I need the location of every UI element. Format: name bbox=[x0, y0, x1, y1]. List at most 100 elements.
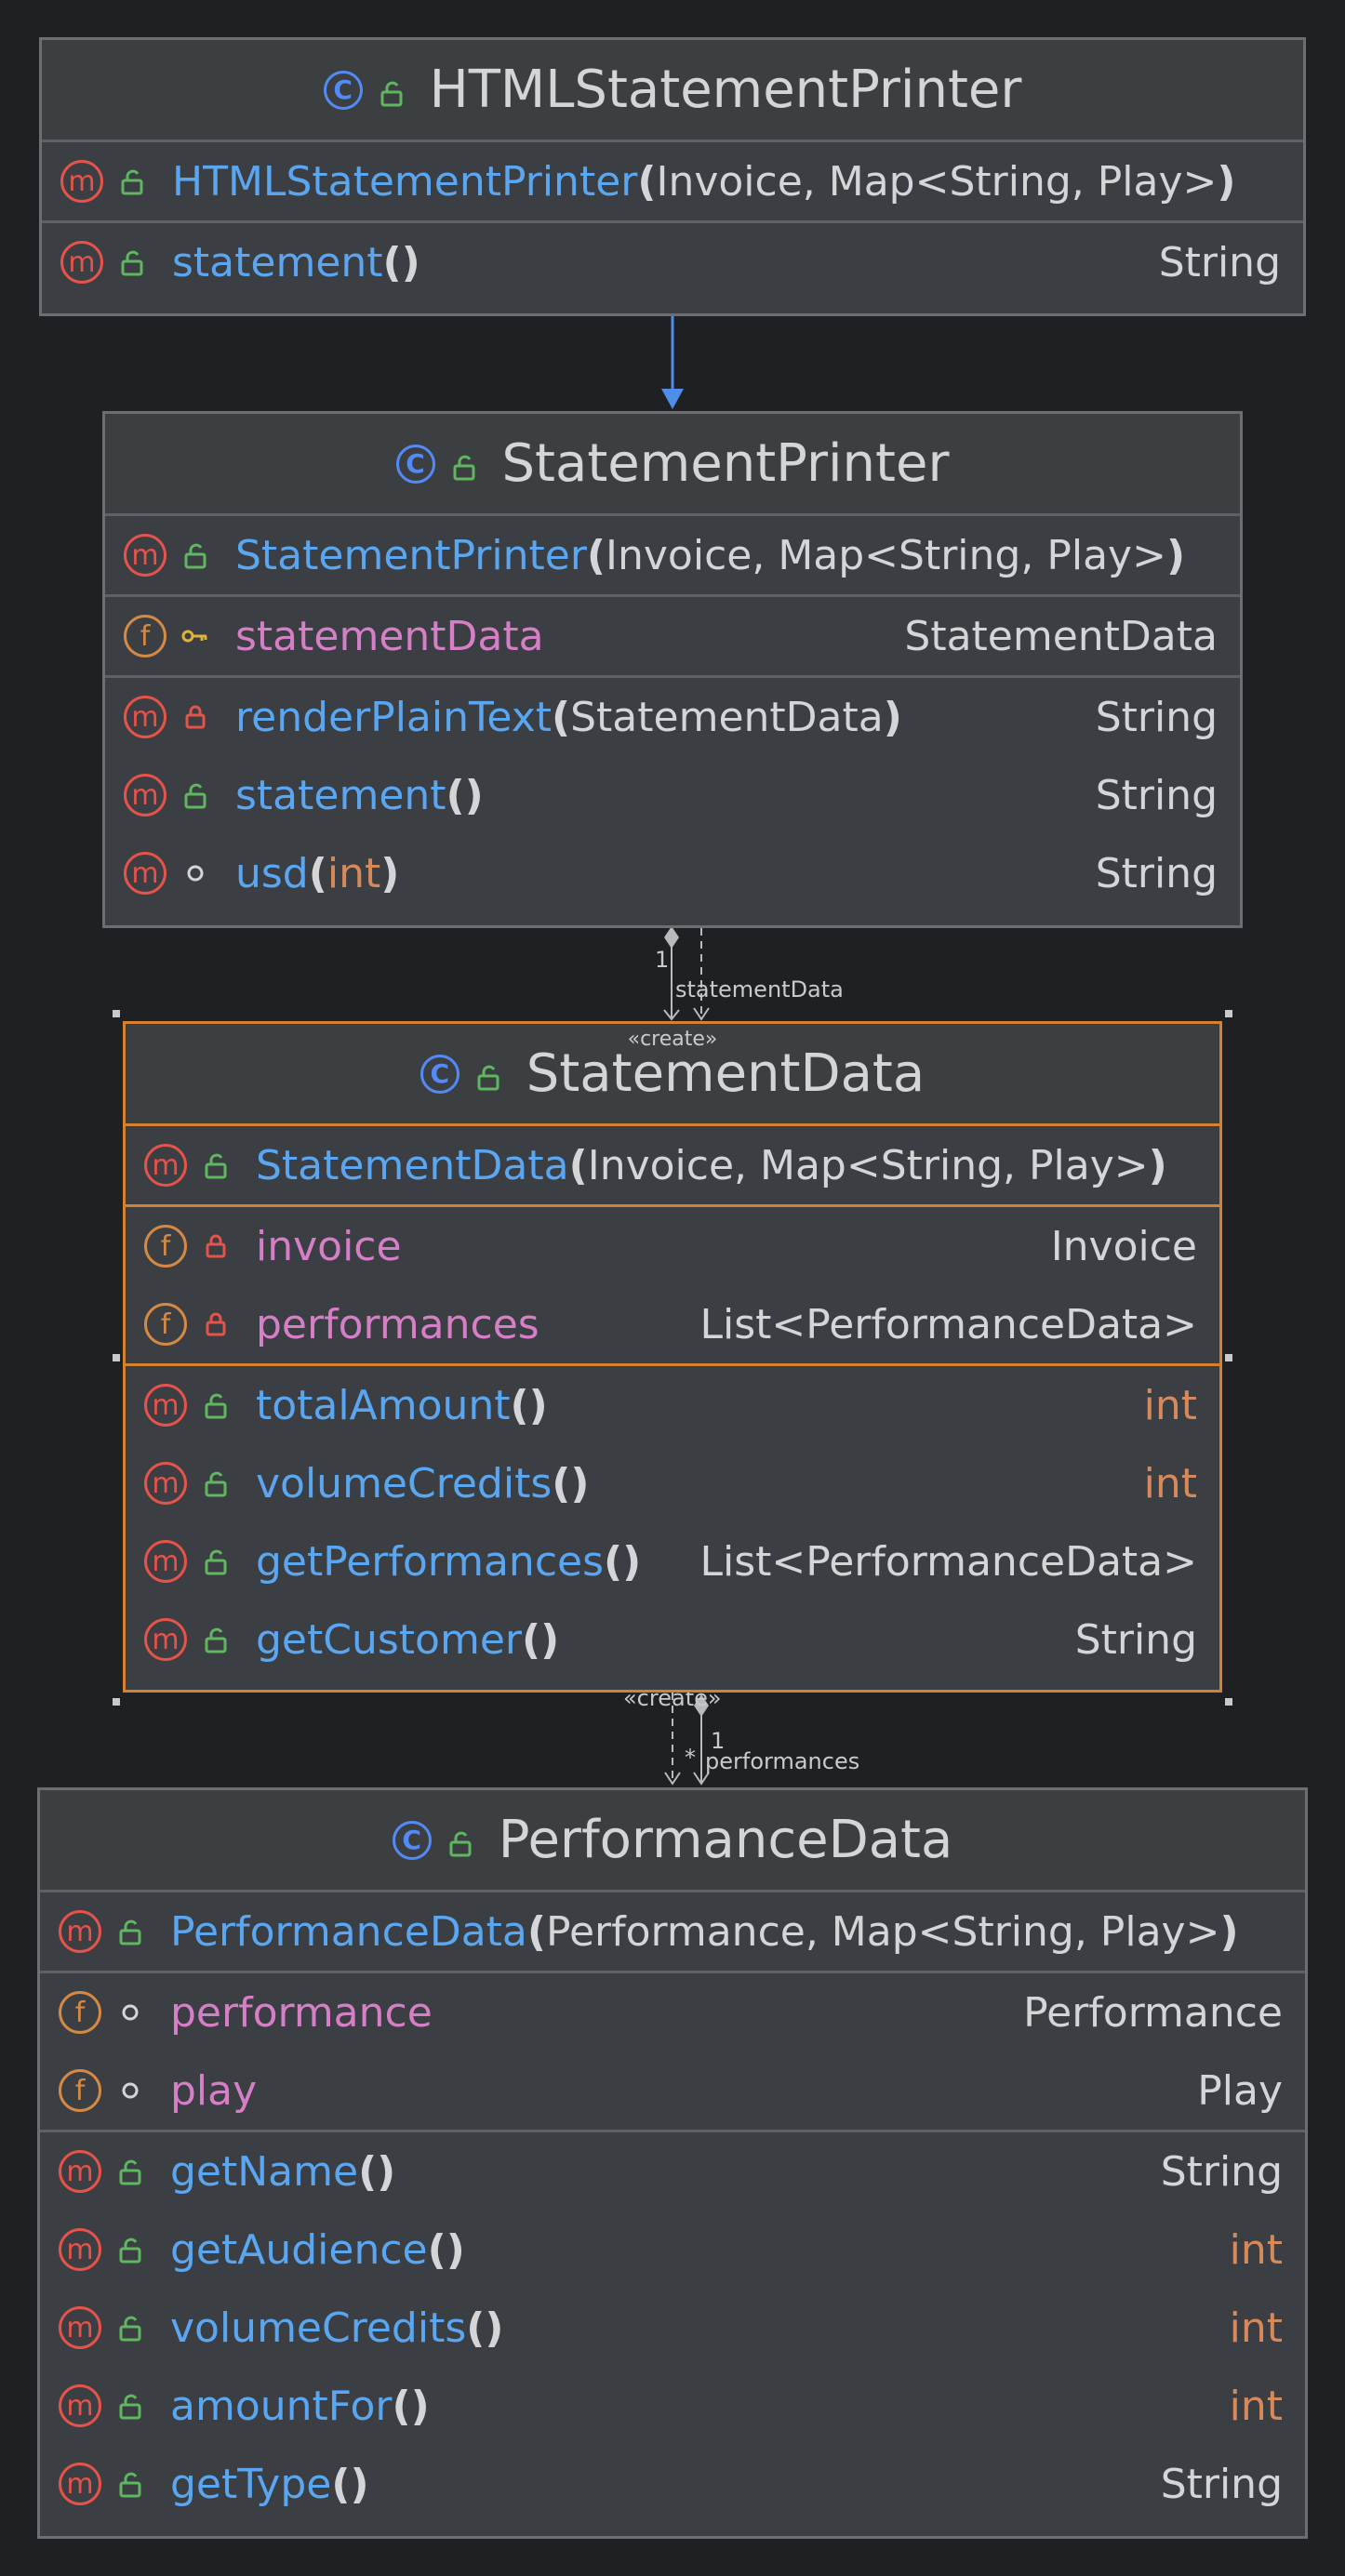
field-signature: performance bbox=[170, 1989, 433, 2037]
field-type: StatementData bbox=[904, 612, 1218, 660]
constructor-signature: StatementData(Invoice, Map<String, Play>… bbox=[256, 1142, 1167, 1189]
public-icon bbox=[116, 2156, 144, 2187]
paren-close: ) bbox=[883, 693, 902, 741]
method-name: amountFor bbox=[170, 2382, 393, 2430]
method-signature: getCustomer() bbox=[256, 1616, 559, 1664]
paren-pair: () bbox=[358, 2147, 396, 2196]
class-icon: C bbox=[395, 444, 435, 484]
method-signature: statement() bbox=[172, 239, 420, 286]
selection-handle[interactable] bbox=[113, 1354, 120, 1361]
method-row[interactable]: m usd(int) String bbox=[105, 834, 1240, 912]
private-lock-icon bbox=[202, 1308, 230, 1340]
field-signature: performances bbox=[256, 1301, 539, 1348]
paren-close: ) bbox=[1219, 1907, 1239, 1956]
constructor-row[interactable]: m StatementPrinter(Invoice, Map<String, … bbox=[105, 516, 1240, 594]
method-row[interactable]: m getCustomer() String bbox=[126, 1600, 1219, 1679]
class-box-statementprinter[interactable]: C StatementPrinter m StatementPrinter(In… bbox=[102, 411, 1243, 928]
public-icon bbox=[116, 1916, 144, 1947]
class-header: «create» C StatementData bbox=[126, 1024, 1219, 1126]
public-icon bbox=[202, 1389, 230, 1421]
paren-close: ) bbox=[1148, 1141, 1167, 1189]
paren-open: ( bbox=[637, 157, 657, 206]
public-icon bbox=[202, 1546, 230, 1577]
public-icon bbox=[380, 60, 404, 120]
method-row[interactable]: m volumeCredits() int bbox=[126, 1444, 1219, 1522]
field-row[interactable]: f performance Performance bbox=[40, 1973, 1305, 2052]
method-name: getAudience bbox=[170, 2225, 428, 2274]
field-row[interactable]: f performances List<PerformanceData> bbox=[126, 1285, 1219, 1363]
public-icon bbox=[116, 2234, 144, 2265]
method-icon: m bbox=[59, 1910, 101, 1953]
constructor-row[interactable]: m HTMLStatementPrinter(Invoice, Map<Stri… bbox=[42, 142, 1303, 220]
class-header: C HTMLStatementPrinter bbox=[42, 40, 1303, 142]
field-row[interactable]: f invoice Invoice bbox=[126, 1207, 1219, 1285]
class-name: StatementData bbox=[526, 1043, 926, 1104]
method-icon: m bbox=[59, 2228, 101, 2271]
paren-pair: () bbox=[510, 1381, 548, 1429]
field-row[interactable]: f statementData StatementData bbox=[105, 597, 1240, 675]
method-name: statement bbox=[172, 238, 383, 286]
method-icon: m bbox=[59, 2150, 101, 2193]
paren-close: ) bbox=[380, 849, 400, 897]
paren-pair: () bbox=[427, 2225, 465, 2274]
method-icon: m bbox=[144, 1540, 187, 1583]
method-row[interactable]: m getPerformances() List<PerformanceData… bbox=[126, 1522, 1219, 1600]
field-signature: play bbox=[170, 2067, 257, 2115]
class-box-statementdata[interactable]: «create» C StatementData m StatementData… bbox=[123, 1021, 1222, 1693]
method-row[interactable]: m statement() String bbox=[105, 756, 1240, 834]
method-row[interactable]: m amountFor() int bbox=[40, 2367, 1305, 2445]
field-type: Invoice bbox=[1050, 1222, 1197, 1270]
constructor-row[interactable]: m PerformanceData(Performance, Map<Strin… bbox=[40, 1892, 1305, 1971]
selection-handle[interactable] bbox=[1225, 1010, 1232, 1017]
paren-open: ( bbox=[552, 693, 571, 741]
method-row[interactable]: m statement() String bbox=[42, 223, 1303, 301]
method-row[interactable]: m getType() String bbox=[40, 2445, 1305, 2523]
method-return-type: int bbox=[1143, 1459, 1197, 1507]
selection-handle[interactable] bbox=[113, 1010, 120, 1017]
method-row[interactable]: m totalAmount() int bbox=[126, 1366, 1219, 1444]
field-name: performance bbox=[170, 1988, 433, 2037]
class-box-performancedata[interactable]: C PerformanceData m PerformanceData(Perf… bbox=[37, 1787, 1308, 2539]
method-return-type: String bbox=[1095, 849, 1218, 897]
method-name: getName bbox=[170, 2147, 359, 2196]
method-row[interactable]: m volumeCredits() int bbox=[40, 2289, 1305, 2367]
class-name: HTMLStatementPrinter bbox=[429, 60, 1022, 120]
method-name: getPerformances bbox=[256, 1537, 604, 1586]
constructor-params: Performance, Map<String, Play> bbox=[546, 1907, 1220, 1956]
method-signature: volumeCredits() bbox=[170, 2304, 503, 2352]
edge-multiplicity-pd-dst: * bbox=[685, 1745, 696, 1771]
method-return-type: List<PerformanceData> bbox=[699, 1537, 1197, 1586]
paren-pair: () bbox=[552, 1459, 590, 1507]
method-signature: getPerformances() bbox=[256, 1538, 641, 1586]
method-row[interactable]: m getName() String bbox=[40, 2132, 1305, 2211]
class-icon: C bbox=[392, 1820, 432, 1860]
constructor-row[interactable]: m StatementData(Invoice, Map<String, Pla… bbox=[126, 1126, 1219, 1204]
selection-handle[interactable] bbox=[113, 1698, 120, 1706]
method-signature: amountFor() bbox=[170, 2383, 430, 2430]
private-lock-icon bbox=[181, 701, 209, 733]
class-header: C StatementPrinter bbox=[105, 414, 1240, 516]
method-row[interactable]: m getAudience() int bbox=[40, 2211, 1305, 2289]
method-row[interactable]: m renderPlainText(StatementData) String bbox=[105, 678, 1240, 756]
method-signature: getType() bbox=[170, 2461, 369, 2508]
constructor-section: m StatementPrinter(Invoice, Map<String, … bbox=[105, 516, 1240, 597]
method-signature: usd(int) bbox=[235, 850, 399, 897]
field-type: Play bbox=[1197, 2066, 1283, 2115]
public-icon bbox=[181, 779, 209, 811]
method-return-type: String bbox=[1160, 2460, 1283, 2508]
paren-close: ) bbox=[1217, 157, 1236, 206]
field-icon: f bbox=[59, 2069, 101, 2112]
selection-handle[interactable] bbox=[1225, 1354, 1232, 1361]
method-name: usd bbox=[235, 849, 309, 897]
class-box-htmlstatementprinter[interactable]: C HTMLStatementPrinter m HTMLStatementPr… bbox=[39, 37, 1306, 316]
inheritance-arrowhead bbox=[661, 389, 684, 409]
public-icon bbox=[202, 1149, 230, 1181]
field-icon: f bbox=[144, 1303, 187, 1346]
selection-handle[interactable] bbox=[1225, 1698, 1232, 1706]
edge-multiplicity-sp-sd: 1 bbox=[655, 947, 670, 973]
edge-role-performances: performances bbox=[705, 1748, 860, 1774]
field-row[interactable]: f play Play bbox=[40, 2052, 1305, 2130]
class-icon: C bbox=[419, 1054, 459, 1094]
method-return-type: String bbox=[1095, 771, 1218, 819]
field-type: List<PerformanceData> bbox=[699, 1300, 1197, 1348]
